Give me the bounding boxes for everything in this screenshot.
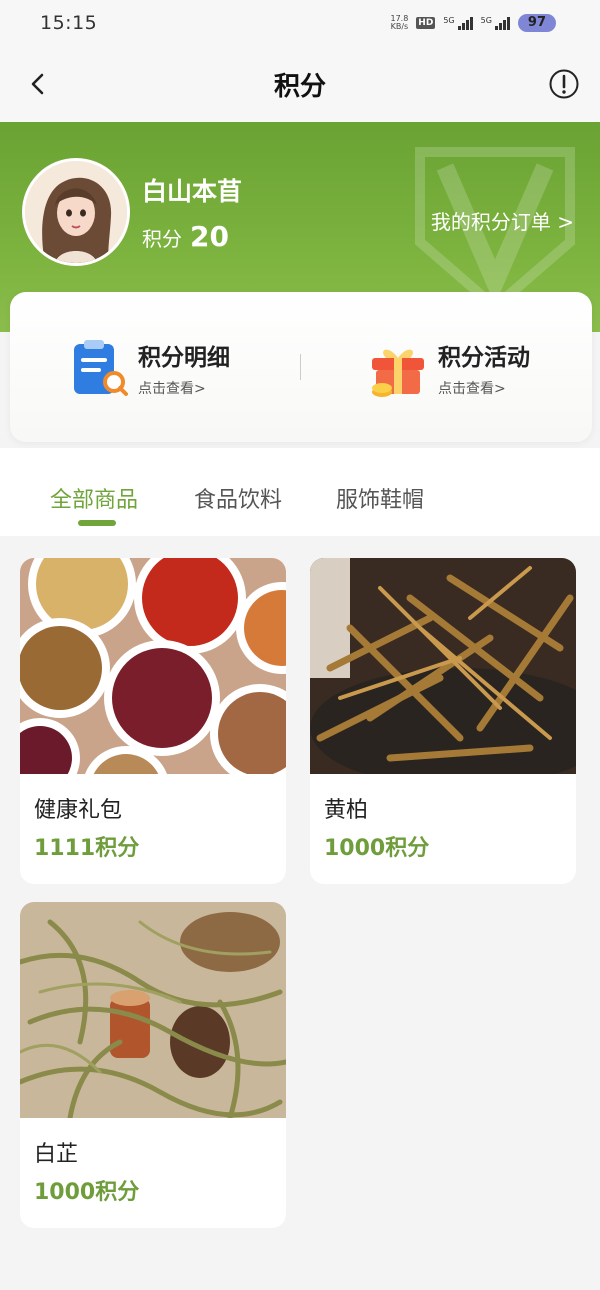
product-points: 1000积分: [324, 836, 430, 861]
points-activity-button[interactable]: 积分活动 点击查看>: [366, 336, 530, 400]
points-activity-title: 积分活动: [438, 345, 530, 371]
product-image-health-pack: [20, 558, 286, 774]
avatar[interactable]: [22, 158, 130, 266]
menu-divider: [300, 354, 301, 380]
product-card[interactable]: 白芷 1000积分: [20, 902, 286, 1228]
category-tabs: 全部商品 食品饮料 服饰鞋帽: [0, 448, 600, 536]
active-tab-indicator: [78, 520, 116, 526]
clipboard-search-icon: [74, 340, 128, 396]
user-name: 白山本苜: [142, 177, 243, 206]
gift-box-icon: [372, 349, 424, 397]
signal-icon-sim1: 5G: [443, 16, 473, 30]
points-activity-subtitle: 点击查看>: [438, 381, 506, 397]
page-title: 积分: [273, 72, 326, 102]
points-detail-title: 积分明细: [138, 345, 230, 371]
product-points: 1000积分: [34, 1180, 140, 1205]
hd-icon: HD: [416, 17, 436, 29]
status-bar: 15:15 17.8 KB/s HD 5G 5G 97: [0, 0, 600, 46]
points-detail-subtitle: 点击查看>: [138, 381, 206, 397]
info-button[interactable]: [548, 68, 580, 100]
tab-all-products[interactable]: 全部商品: [50, 482, 138, 514]
status-time: 15:15: [40, 12, 98, 34]
points-summary: 积分 20: [142, 220, 229, 253]
tab-apparel[interactable]: 服饰鞋帽: [336, 482, 424, 514]
exclamation-circle-icon: [549, 69, 579, 99]
product-image-huangbai: [310, 558, 576, 774]
product-name: 白芷: [34, 1142, 79, 1167]
points-label: 积分: [142, 227, 182, 251]
nav-bar: 积分: [0, 46, 600, 122]
my-points-orders-link[interactable]: 我的积分订单 >: [431, 206, 574, 235]
status-icons: 17.8 KB/s HD 5G 5G 97: [390, 14, 556, 32]
signal-icon-sim2: 5G: [481, 16, 510, 30]
network-speed: 17.8 KB/s: [390, 14, 409, 31]
product-name: 黄柏: [324, 798, 369, 823]
product-name: 健康礼包: [34, 798, 123, 823]
points-activity-text: 积分活动 点击查看>: [438, 338, 530, 398]
tab-food-drinks[interactable]: 食品饮料: [194, 482, 282, 514]
product-image-baizhi: [20, 902, 286, 1118]
points-detail-text: 积分明细 点击查看>: [138, 338, 230, 398]
product-card[interactable]: 健康礼包 1111积分: [20, 558, 286, 884]
product-points: 1111积分: [34, 836, 140, 861]
points-menu-card: 积分明细 点击查看> 积分活动 点击查看>: [10, 292, 592, 442]
points-value: 20: [190, 220, 229, 253]
points-detail-button[interactable]: 积分明细 点击查看>: [66, 336, 230, 400]
product-card[interactable]: 黄柏 1000积分: [310, 558, 576, 884]
avatar-illustration: [25, 161, 127, 263]
battery-indicator: 97: [517, 14, 556, 32]
